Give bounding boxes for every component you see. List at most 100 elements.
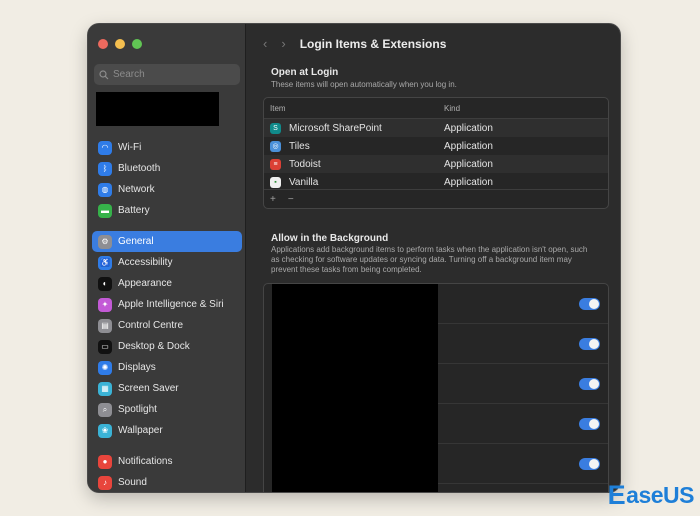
item-cell: ≡ Todoist xyxy=(264,158,440,170)
sidebar-item-label: Displays xyxy=(118,362,156,373)
watermark-e: E xyxy=(607,480,626,510)
item-cell: ◎ Tiles xyxy=(264,140,440,152)
table-row[interactable]: S Microsoft SharePoint Application xyxy=(264,119,608,137)
sidebar-item-label: Bluetooth xyxy=(118,163,161,174)
item-name: Todoist xyxy=(289,158,321,170)
screen-saver-icon: ▦ xyxy=(98,381,112,396)
sidebar-item-network[interactable]: ◍ Network xyxy=(92,179,242,200)
background-item-toggle[interactable] xyxy=(579,377,600,390)
item-name: Tiles xyxy=(289,140,310,152)
minimize-button[interactable] xyxy=(115,39,125,49)
kind-cell: Application xyxy=(444,140,493,152)
watermark-text: aseUS xyxy=(626,482,694,508)
search-box[interactable] xyxy=(94,64,240,85)
background-item-row xyxy=(438,284,608,324)
sidebar-item-wi-fi[interactable]: ◠ Wi-Fi xyxy=(92,137,242,158)
sidebar-item-label: Accessibility xyxy=(118,257,173,268)
speaker-icon: ♪ xyxy=(98,475,112,490)
background-item-toggle[interactable] xyxy=(579,297,600,310)
sidebar-item-label: Notifications xyxy=(118,456,173,467)
sidebar-item-control-centre[interactable]: ▤ Control Centre xyxy=(92,315,242,336)
sidebar-item-label: Network xyxy=(118,184,155,195)
battery-icon: ▬ xyxy=(98,203,112,218)
background-item-row xyxy=(438,404,608,444)
close-button[interactable] xyxy=(98,39,108,49)
sidebar-item-bluetooth[interactable]: ᛒ Bluetooth xyxy=(92,158,242,179)
background-description: Applications add background items to per… xyxy=(271,245,588,274)
sidebar-item-label: General xyxy=(118,236,154,247)
forward-chevron-icon[interactable]: › xyxy=(281,36,285,51)
gear-icon: ⚙ xyxy=(98,234,112,249)
background-item-toggle[interactable] xyxy=(579,417,600,430)
background-items-list xyxy=(263,283,609,492)
sidebar-item-label: Apple Intelligence & Siri xyxy=(118,299,224,310)
sidebar-item-label: Wallpaper xyxy=(118,425,163,436)
dock-icon: ▭ xyxy=(98,339,112,354)
settings-window: ◠ Wi-Fi ᛒ Bluetooth ◍ Network ▬ Battery ⚙ General… xyxy=(88,24,620,492)
table-footer: + − xyxy=(264,189,608,208)
background-item-row xyxy=(438,324,608,364)
account-redacted[interactable] xyxy=(96,92,219,126)
search-input[interactable] xyxy=(113,69,233,80)
remove-item-button[interactable]: − xyxy=(288,194,294,205)
add-item-button[interactable]: + xyxy=(270,194,276,205)
search-icon xyxy=(99,69,109,79)
page-title: Login Items & Extensions xyxy=(299,36,447,51)
sidebar-item-appearance[interactable]: ◐ Appearance xyxy=(92,273,242,294)
wallpaper-icon: ❀ xyxy=(98,423,112,438)
background-item-row xyxy=(438,444,608,484)
sidebar-item-wallpaper[interactable]: ❀ Wallpaper xyxy=(92,420,242,441)
tiles-icon: ◎ xyxy=(270,140,281,152)
item-name: Vanilla xyxy=(289,176,319,188)
bell-icon: ● xyxy=(98,454,112,469)
open-at-login-title: Open at Login xyxy=(271,67,339,78)
background-item-row xyxy=(438,364,608,404)
kind-cell: Application xyxy=(444,122,493,134)
sharepoint-icon: S xyxy=(270,122,281,134)
sidebar-item-label: Sound xyxy=(118,477,147,488)
background-item-toggle[interactable] xyxy=(579,457,600,470)
sidebar-item-accessibility[interactable]: ♿ Accessibility xyxy=(92,252,242,273)
sidebar-item-spotlight[interactable]: ⌕ Spotlight xyxy=(92,399,242,420)
background-item-toggle[interactable] xyxy=(579,337,600,350)
kind-cell: Application xyxy=(444,158,493,170)
sidebar-item-apple-intelligence-siri[interactable]: ✦ Apple Intelligence & Siri xyxy=(92,294,242,315)
content-pane: ‹ › Login Items & Extensions Open at Log… xyxy=(247,24,620,492)
todoist-icon: ≡ xyxy=(270,158,281,170)
sidebar-item-label: Desktop & Dock xyxy=(118,341,190,352)
open-at-login-subtitle: These items will open automatically when… xyxy=(271,80,457,89)
spotlight-icon: ⌕ xyxy=(98,402,112,417)
control-centre-icon: ▤ xyxy=(98,318,112,333)
zoom-button[interactable] xyxy=(132,39,142,49)
item-name: Microsoft SharePoint xyxy=(289,122,382,134)
sidebar-item-battery[interactable]: ▬ Battery xyxy=(92,200,242,221)
sidebar-item-general[interactable]: ⚙ General xyxy=(92,231,242,252)
table-row[interactable]: ◎ Tiles Application xyxy=(264,137,608,155)
sidebar-item-label: Wi-Fi xyxy=(118,142,142,153)
table-header: Item Kind xyxy=(264,98,608,119)
sidebar-item-screen-saver[interactable]: ▦ Screen Saver xyxy=(92,378,242,399)
column-header-item[interactable]: Item xyxy=(264,104,440,113)
accessibility-icon: ♿ xyxy=(98,255,112,270)
sidebar-nav: ◠ Wi-Fi ᛒ Bluetooth ◍ Network ▬ Battery ⚙ General… xyxy=(92,137,242,492)
sidebar-item-label: Spotlight xyxy=(118,404,157,415)
column-header-kind[interactable]: Kind xyxy=(440,104,460,113)
table-row[interactable]: ≡ Todoist Application xyxy=(264,155,608,173)
background-items-redacted xyxy=(272,284,438,492)
background-title: Allow in the Background xyxy=(271,233,389,244)
back-chevron-icon[interactable]: ‹ xyxy=(263,36,267,51)
sidebar-item-displays[interactable]: ✺ Displays xyxy=(92,357,242,378)
sidebar-item-label: Screen Saver xyxy=(118,383,179,394)
sidebar-item-sound[interactable]: ♪ Sound xyxy=(92,472,242,492)
sidebar-item-desktop-dock[interactable]: ▭ Desktop & Dock xyxy=(92,336,242,357)
window-controls xyxy=(98,39,142,49)
wifi-icon: ◠ xyxy=(98,140,112,155)
sidebar-item-label: Appearance xyxy=(118,278,172,289)
sidebar: ◠ Wi-Fi ᛒ Bluetooth ◍ Network ▬ Battery ⚙ General… xyxy=(88,24,246,492)
sidebar-item-notifications[interactable]: ● Notifications xyxy=(92,451,242,472)
appearance-icon: ◐ xyxy=(98,276,112,291)
sidebar-item-label: Control Centre xyxy=(118,320,184,331)
globe-icon: ◍ xyxy=(98,182,112,197)
